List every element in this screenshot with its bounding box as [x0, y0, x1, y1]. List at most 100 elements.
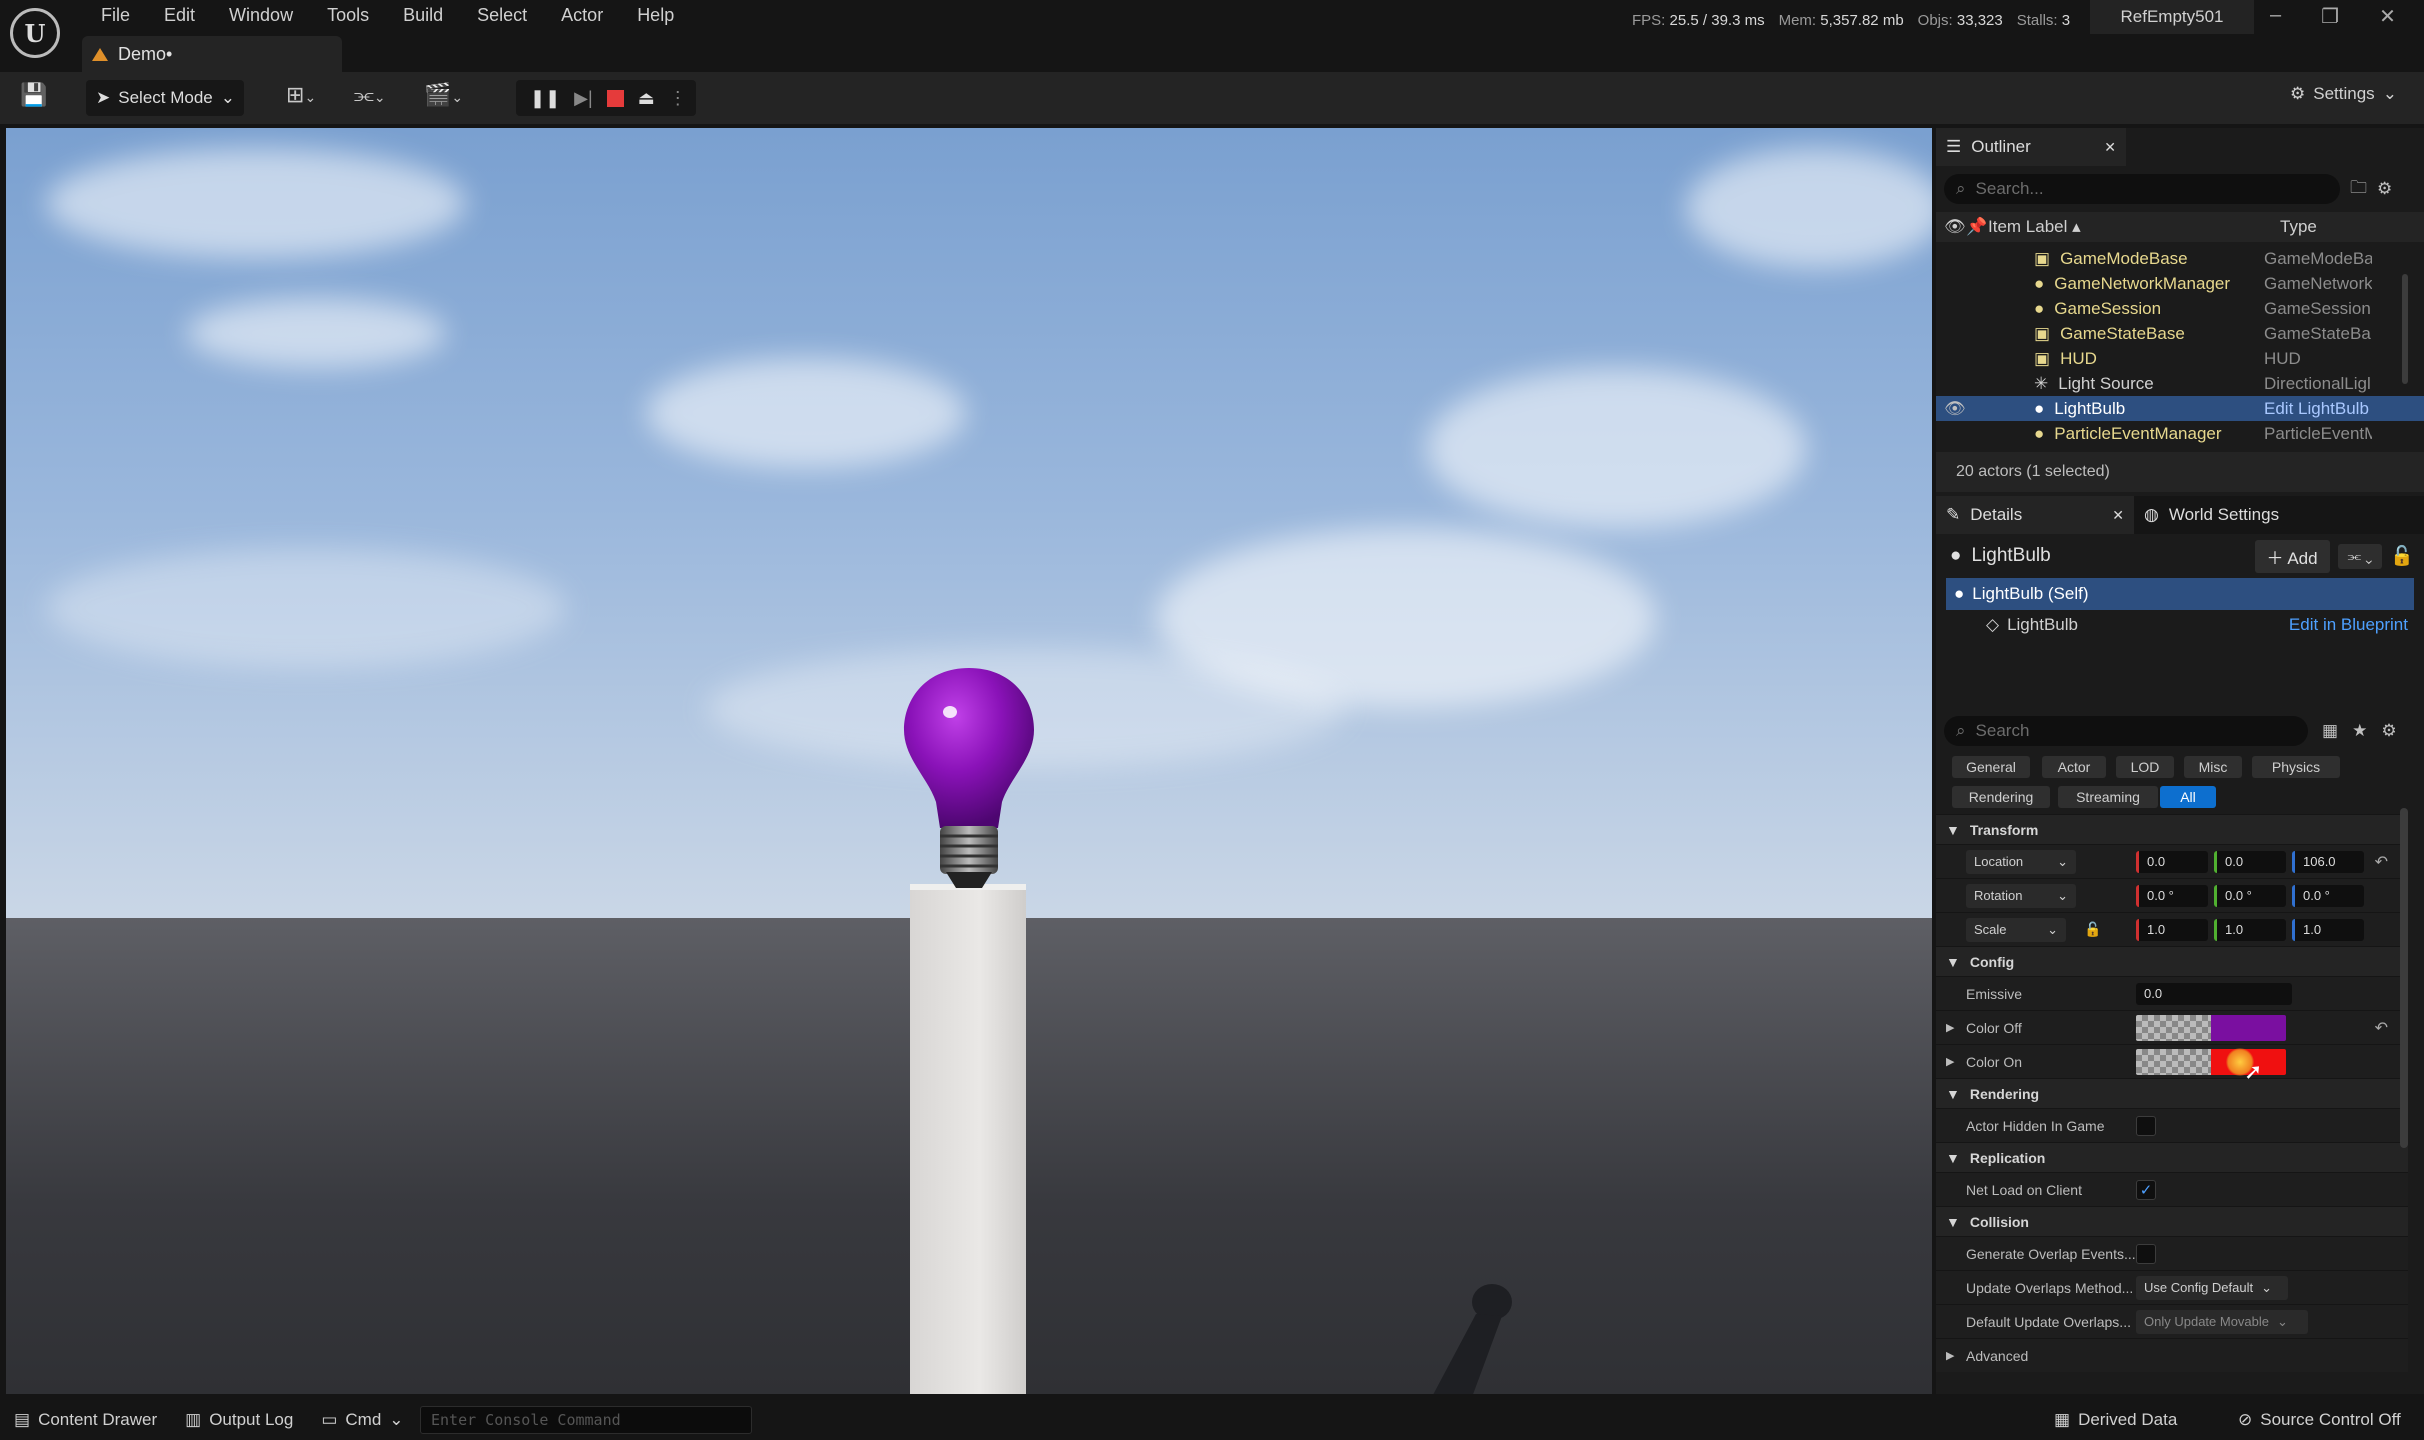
add-component-button[interactable]: ＋ Add	[2254, 539, 2330, 573]
visibility-icon[interactable]: 👁	[1936, 399, 1966, 419]
pause-icon[interactable]: ❚❚	[530, 88, 560, 109]
type-column[interactable]: Type	[2280, 217, 2317, 237]
scale-y-field[interactable]: 1.0	[2214, 918, 2286, 941]
cmd-dropdown[interactable]: ▭ Cmd ⌄	[307, 1400, 417, 1440]
source-control-button[interactable]: ⊘ Source Control Off	[2224, 1400, 2415, 1440]
collision-section[interactable]: ▼ Collision	[1936, 1206, 2408, 1236]
default-update-dropdown[interactable]: Only Update Movable ⌄	[2136, 1309, 2308, 1334]
list-item[interactable]: ▣ GameModeBase GameModeBa	[1936, 246, 2424, 271]
gear-icon[interactable]: ⚙	[2381, 721, 2396, 741]
more-options-icon[interactable]: ⋮	[669, 88, 687, 109]
category-general[interactable]: General	[1952, 756, 2030, 778]
category-rendering[interactable]: Rendering	[1952, 786, 2050, 808]
menu-help[interactable]: Help	[620, 4, 691, 26]
cinematics-icon[interactable]: 🎬⌄	[424, 82, 463, 108]
color-on-swatch[interactable]	[2136, 1048, 2286, 1075]
step-icon[interactable]: ▶|	[574, 88, 593, 109]
save-icon[interactable]: 💾	[20, 82, 47, 108]
content-drawer-button[interactable]: ▤ Content Drawer	[0, 1400, 171, 1440]
rotation-z-field[interactable]: 0.0 °	[2292, 884, 2364, 907]
chevron-right-icon[interactable]: ▶	[1946, 1055, 1954, 1068]
update-method-dropdown[interactable]: Use Config Default ⌄	[2136, 1275, 2288, 1300]
transform-section[interactable]: ▼ Transform	[1936, 814, 2408, 844]
level-tab[interactable]: Demo•	[82, 36, 342, 72]
scale-z-field[interactable]: 1.0	[2292, 918, 2364, 941]
scale-dropdown[interactable]: Scale ⌄	[1966, 917, 2066, 942]
unreal-logo[interactable]: U	[10, 8, 60, 58]
add-actor-icon[interactable]: ⊞⌄	[286, 82, 316, 108]
menu-tools[interactable]: Tools	[310, 4, 386, 26]
star-icon[interactable]: ★	[2352, 721, 2367, 741]
gen-overlap-checkbox[interactable]	[2136, 1243, 2156, 1264]
config-section[interactable]: ▼ Config	[1936, 946, 2408, 976]
list-item[interactable]: ✳ Light Source DirectionalLigl	[1936, 371, 2424, 396]
details-tab[interactable]: ✎ Details ✕	[1936, 496, 2134, 534]
list-item[interactable]: ● GameSession GameSession	[1936, 296, 2424, 321]
gear-icon[interactable]: ⚙	[2377, 179, 2392, 199]
location-dropdown[interactable]: Location ⌄	[1966, 849, 2076, 874]
location-z-field[interactable]: 106.0	[2292, 850, 2364, 873]
chevron-right-icon[interactable]: ▶	[1946, 1021, 1954, 1034]
scale-x-field[interactable]: 1.0	[2136, 918, 2208, 941]
lock-icon[interactable]: 🔓	[2390, 544, 2414, 568]
select-mode-button[interactable]: ➤ Select Mode ⌄	[86, 80, 244, 116]
outliner-search-input[interactable]: ⌕ Search...	[1944, 174, 2340, 204]
rendering-section[interactable]: ▼ Rendering	[1936, 1078, 2408, 1108]
close-icon[interactable]: ✕	[2379, 4, 2396, 29]
component-self-row[interactable]: ● LightBulb (Self)	[1946, 578, 2414, 610]
net-load-checkbox[interactable]: ✓	[2136, 1179, 2156, 1200]
menu-edit[interactable]: Edit	[147, 4, 212, 26]
project-name[interactable]: RefEmpty501	[2090, 0, 2254, 34]
minimize-icon[interactable]: –	[2270, 4, 2281, 29]
output-log-button[interactable]: ▥ Output Log	[171, 1400, 307, 1440]
location-y-field[interactable]: 0.0	[2214, 850, 2286, 873]
console-input[interactable]: Enter Console Command	[420, 1406, 752, 1434]
hidden-in-game-checkbox[interactable]	[2136, 1115, 2156, 1136]
category-misc[interactable]: Misc	[2184, 756, 2242, 778]
add-folder-icon[interactable]: 🗀	[2350, 175, 2367, 204]
category-streaming[interactable]: Streaming	[2058, 786, 2158, 808]
color-off-swatch[interactable]	[2136, 1014, 2286, 1041]
menu-window[interactable]: Window	[212, 4, 310, 26]
level-viewport[interactable]	[6, 128, 1932, 1394]
lock-icon[interactable]: 🔓	[2084, 921, 2101, 938]
advanced-row[interactable]: ▶ Advanced	[1936, 1338, 2408, 1372]
details-scrollbar[interactable]	[2400, 808, 2408, 1148]
world-settings-tab[interactable]: ◍ World Settings	[2134, 496, 2334, 534]
eject-icon[interactable]: ⏏	[638, 88, 655, 109]
list-item[interactable]: ▣ GameStateBase GameStateBa	[1936, 321, 2424, 346]
reset-icon[interactable]: ↶	[2375, 1018, 2388, 1038]
replication-section[interactable]: ▼ Replication	[1936, 1142, 2408, 1172]
rotation-y-field[interactable]: 0.0 °	[2214, 884, 2286, 907]
close-icon[interactable]: ✕	[2112, 507, 2124, 524]
settings-button[interactable]: ⚙ Settings ⌄	[2290, 84, 2397, 104]
list-item[interactable]: ● ParticleEventManager ParticleEventM	[1936, 421, 2424, 446]
edit-in-blueprint-link[interactable]: Edit in Blueprint	[2289, 615, 2408, 635]
menu-file[interactable]: File	[84, 4, 147, 26]
category-actor[interactable]: Actor	[2042, 756, 2106, 778]
derived-data-button[interactable]: ▦ Derived Data	[2040, 1400, 2191, 1440]
outliner-scrollbar[interactable]	[2402, 274, 2408, 384]
reset-icon[interactable]: ↶	[2375, 852, 2388, 872]
menu-build[interactable]: Build	[386, 4, 460, 26]
category-lod[interactable]: LOD	[2116, 756, 2174, 778]
maximize-icon[interactable]: ❐	[2321, 4, 2339, 29]
details-search-input[interactable]: ⌕ Search	[1944, 716, 2308, 746]
stop-icon[interactable]	[606, 89, 624, 107]
emissive-field[interactable]: 0.0	[2136, 982, 2292, 1005]
category-physics[interactable]: Physics	[2252, 756, 2340, 778]
table-icon[interactable]: ▦	[2322, 721, 2338, 741]
menu-actor[interactable]: Actor	[544, 4, 620, 26]
rotation-x-field[interactable]: 0.0 °	[2136, 884, 2208, 907]
item-label-column[interactable]: Item Label ▴	[1988, 217, 2280, 237]
list-item[interactable]: ▣ HUD HUD	[1936, 346, 2424, 371]
location-x-field[interactable]: 0.0	[2136, 850, 2208, 873]
lightbulb-actor[interactable]	[902, 666, 1036, 892]
component-row[interactable]: ◇ LightBulb Edit in Blueprint	[1946, 610, 2414, 640]
item-type-link[interactable]: Edit LightBulb	[2264, 399, 2372, 419]
close-icon[interactable]: ✕	[2104, 139, 2116, 156]
list-item[interactable]: ● GameNetworkManager GameNetwork	[1936, 271, 2424, 296]
menu-select[interactable]: Select	[460, 4, 544, 26]
category-all[interactable]: All	[2160, 786, 2216, 808]
blueprint-icon[interactable]: ⫘⌄	[354, 82, 386, 108]
